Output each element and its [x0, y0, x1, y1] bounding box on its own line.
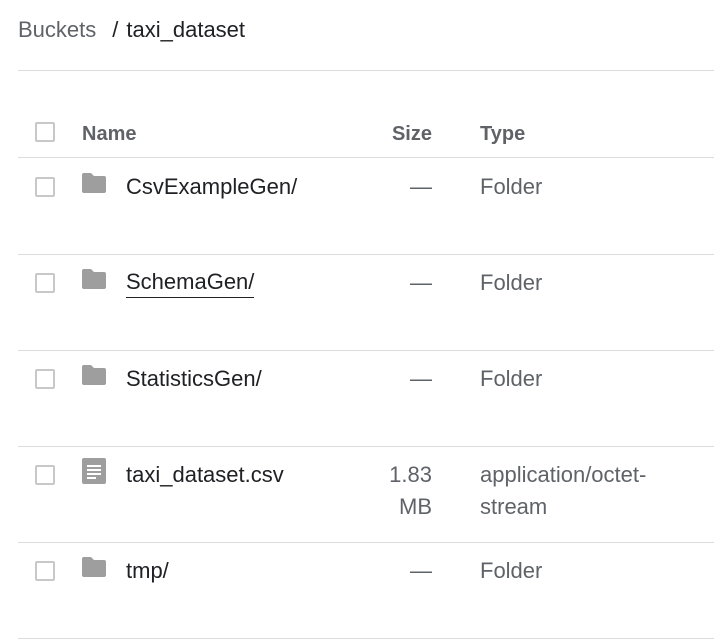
row-checkbox[interactable] — [35, 465, 55, 485]
folder-icon — [82, 365, 106, 385]
column-header-name[interactable]: Name — [82, 123, 136, 146]
row-checkbox[interactable] — [35, 369, 55, 389]
object-size: — — [410, 558, 432, 583]
object-name-link[interactable]: tmp/ — [126, 555, 169, 587]
column-header-type[interactable]: Type — [480, 123, 525, 146]
folder-icon — [82, 173, 106, 193]
object-name-link[interactable]: StatisticsGen/ — [126, 363, 262, 395]
column-header-size[interactable]: Size — [392, 123, 432, 146]
object-size: — — [410, 174, 432, 199]
object-name-link[interactable]: taxi_dataset.csv — [126, 459, 284, 491]
table-row[interactable]: StatisticsGen/ — Folder — [18, 351, 714, 447]
object-size: — — [410, 270, 432, 295]
object-type: application/octet-stream — [480, 462, 647, 519]
folder-icon — [82, 557, 106, 577]
object-size: — — [410, 366, 432, 391]
breadcrumb-separator: / — [112, 17, 119, 42]
object-size: 1.83 MB — [389, 462, 432, 519]
object-type: Folder — [480, 174, 543, 199]
table-row[interactable]: taxi_dataset.csv 1.83 MB application/oct… — [18, 447, 714, 543]
row-checkbox[interactable] — [35, 177, 55, 197]
row-checkbox[interactable] — [35, 561, 55, 581]
table-header: Name Size Type — [18, 112, 714, 158]
breadcrumb-current-bucket: taxi_dataset — [126, 17, 246, 42]
object-name-link[interactable]: CsvExampleGen/ — [126, 171, 297, 203]
table-row[interactable]: CsvExampleGen/ — Folder — [18, 159, 714, 255]
row-checkbox[interactable] — [35, 273, 55, 293]
breadcrumb-divider — [18, 70, 714, 71]
folder-icon — [82, 269, 106, 289]
object-type: Folder — [480, 270, 543, 295]
select-all-checkbox[interactable] — [35, 122, 55, 142]
object-type: Folder — [480, 558, 543, 583]
object-type: Folder — [480, 366, 543, 391]
file-icon — [82, 458, 106, 484]
object-name-link[interactable]: SchemaGen/ — [126, 267, 255, 298]
breadcrumb: Buckets / taxi_dataset — [18, 14, 245, 46]
table-row[interactable]: SchemaGen/ — Folder — [18, 255, 714, 351]
breadcrumb-buckets-link[interactable]: Buckets — [18, 17, 96, 43]
table-row[interactable]: tmp/ — Folder — [18, 543, 714, 639]
